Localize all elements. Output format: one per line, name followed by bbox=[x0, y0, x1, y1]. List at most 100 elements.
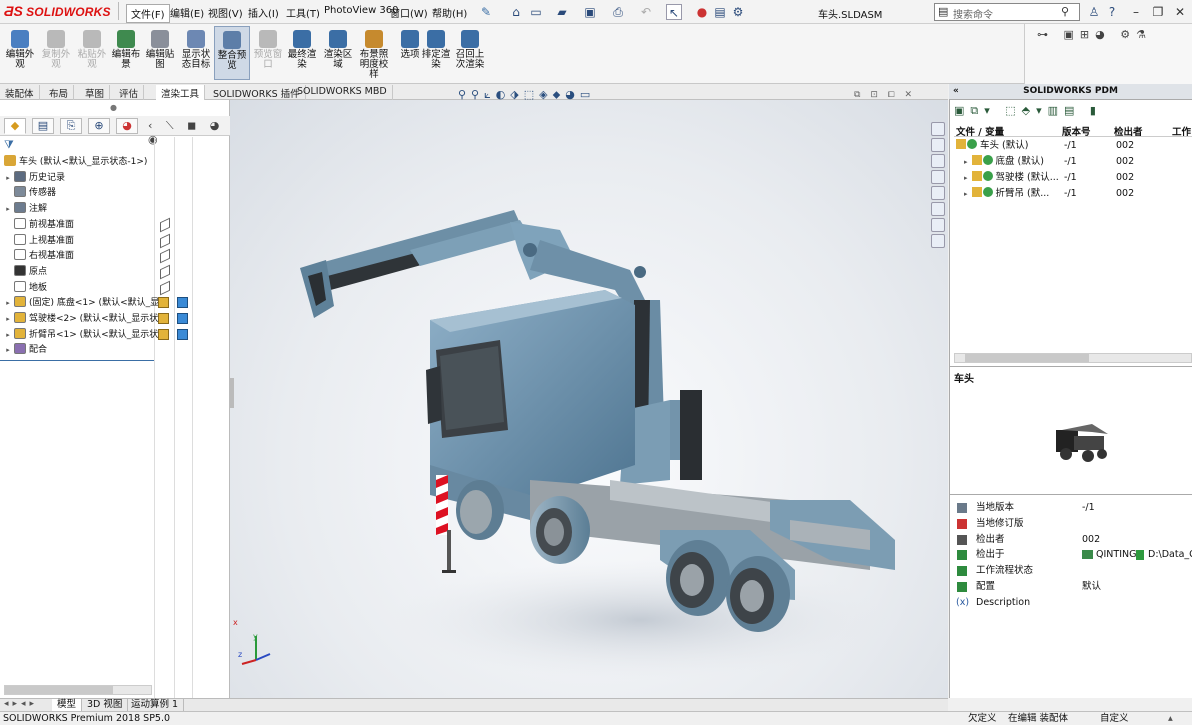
ribbon-button-1[interactable]: 复制外观 bbox=[38, 30, 74, 70]
view-toolbar-icons[interactable]: ⊶ ▣⊞◕ ⚙⚗ bbox=[1037, 28, 1152, 41]
design-library-tab-icon[interactable] bbox=[931, 138, 945, 152]
pdm-file-row[interactable]: ▸ 折臂吊 (默... -/1 002 bbox=[954, 186, 1192, 202]
file-explorer-tab-icon[interactable] bbox=[931, 154, 945, 168]
ribbon-button-4[interactable]: 编辑贴图 bbox=[142, 30, 178, 70]
ribbon-button-7[interactable]: 预览窗口 bbox=[250, 30, 286, 70]
display-manager-tab[interactable]: ◕ bbox=[116, 118, 138, 134]
display-state-icon[interactable] bbox=[158, 297, 169, 309]
command-tab-3[interactable]: 评估 bbox=[114, 85, 145, 100]
pdm-toolbar-icons[interactable]: ▣⧉▾ ⬚⬘▾▥▤ ▮ bbox=[954, 104, 1102, 118]
expand-arrow-icon[interactable]: ▸ bbox=[4, 201, 12, 217]
panel-grip-icon[interactable]: ● bbox=[110, 103, 117, 112]
status-up-icon[interactable]: ▴ bbox=[1168, 712, 1173, 725]
search-icon[interactable]: ⚲ bbox=[1061, 5, 1069, 18]
options-gear-icon[interactable]: ⚙ bbox=[730, 4, 746, 20]
rollback-bar[interactable] bbox=[0, 360, 154, 361]
column-file[interactable]: 文件 / 变量 bbox=[956, 124, 1004, 138]
viewport-buttons[interactable]: ⧉⊡⧠✕ bbox=[854, 90, 922, 100]
expand-arrow-icon[interactable]: ▸ bbox=[4, 295, 12, 311]
filter-icon[interactable]: ⧩ bbox=[4, 138, 14, 152]
rebuild-icon[interactable]: ● bbox=[694, 4, 710, 20]
ribbon-button-5[interactable]: 显示状态目标 bbox=[178, 30, 214, 70]
pdm-hscrollbar[interactable] bbox=[954, 353, 1192, 363]
close-button[interactable]: ✕ bbox=[1170, 3, 1190, 21]
graphics-area[interactable]: ⧉⊡⊟✕ bbox=[230, 100, 948, 698]
column-work[interactable]: 工作 bbox=[1172, 124, 1191, 138]
menu-item-1[interactable]: 编辑(E) bbox=[166, 4, 208, 21]
feature-manager-tab[interactable]: ◆ bbox=[4, 118, 26, 134]
command-tab-4[interactable]: 渲染工具 bbox=[156, 85, 206, 100]
expand-arrow-icon[interactable]: ▸ bbox=[4, 327, 12, 343]
truck-crane-model[interactable] bbox=[230, 100, 948, 698]
command-tab-6[interactable]: SOLIDWORKS MBD bbox=[292, 85, 393, 100]
menu-item-6[interactable]: 窗口(W) bbox=[386, 4, 432, 21]
ribbon-button-0[interactable]: 编辑外观 bbox=[2, 30, 38, 70]
tree-hscrollbar[interactable] bbox=[4, 685, 152, 695]
command-tab-2[interactable]: 草图 bbox=[80, 85, 111, 100]
display-state-icon[interactable] bbox=[158, 328, 169, 340]
print-icon[interactable]: ⎙ bbox=[610, 4, 626, 20]
pdm-file-row[interactable]: ▸ 底盘 (默认) -/1 002 bbox=[954, 154, 1192, 170]
tree-item[interactable]: ▸ (固定) 底盘<1> (默认<默认_显 bbox=[4, 295, 159, 311]
ribbon-button-3[interactable]: 编辑布景 bbox=[108, 30, 144, 70]
tree-item[interactable]: 前视基准面 bbox=[4, 217, 74, 233]
status-units[interactable]: 自定义 bbox=[1100, 712, 1129, 725]
open-folder-icon[interactable]: ▰ bbox=[554, 4, 570, 20]
tree-item[interactable]: 地板 bbox=[4, 280, 47, 296]
panel-collapse-icon[interactable]: « bbox=[953, 84, 959, 99]
tree-item[interactable]: 原点 bbox=[4, 264, 47, 280]
tree-item[interactable]: ▸ 驾驶楼<2> (默认<默认_显示状 bbox=[4, 311, 158, 327]
ribbon-button-2[interactable]: 粘贴外观 bbox=[74, 30, 110, 70]
menu-item-7[interactable]: 帮助(H) bbox=[428, 4, 471, 21]
display-state-icon[interactable] bbox=[158, 313, 169, 324]
help-icon[interactable]: ? bbox=[1104, 4, 1120, 20]
expand-arrow-icon[interactable]: ▸ bbox=[4, 170, 12, 186]
ribbon-button-10[interactable]: 布景照明度校样 bbox=[356, 30, 392, 80]
search-dropdown-icon[interactable]: ▤ bbox=[938, 5, 948, 18]
ribbon-button-13[interactable]: 召回上次渲染 bbox=[452, 30, 488, 70]
tree-item[interactable]: ▸ 折臂吊<1> (默认<默认_显示状 bbox=[4, 327, 158, 343]
pdm-tab-icon[interactable] bbox=[931, 234, 945, 248]
select-pointer-icon[interactable]: ↖ bbox=[666, 4, 682, 20]
viewport-window-controls[interactable]: ⧉⊡⊟✕ bbox=[854, 100, 918, 101]
column-checked-out-by[interactable]: 检出者 bbox=[1114, 124, 1143, 138]
forum-tab-icon[interactable] bbox=[931, 218, 945, 232]
display-columns-icons[interactable]: ‹ ⟍ ◼ ◕ ◉ bbox=[148, 119, 230, 146]
expand-arrow-icon[interactable]: ▸ bbox=[964, 190, 968, 198]
ribbon-button-8[interactable]: 最终渲染 bbox=[284, 30, 320, 70]
undo-icon[interactable]: ↶ bbox=[638, 4, 654, 20]
column-version[interactable]: 版本号 bbox=[1062, 124, 1091, 138]
pdm-file-row[interactable]: 车头 (默认) -/1 002 bbox=[954, 138, 1192, 154]
file-properties-icon[interactable]: ▤ bbox=[712, 4, 728, 20]
menu-item-4[interactable]: 工具(T) bbox=[282, 4, 324, 21]
expand-arrow-icon[interactable]: ▸ bbox=[964, 174, 968, 182]
tab-scroll-arrows[interactable]: ◂▸◂▸ bbox=[4, 699, 38, 709]
menu-item-3[interactable]: 插入(I) bbox=[244, 4, 283, 21]
expand-arrow-icon[interactable]: ▸ bbox=[964, 158, 968, 166]
command-tab-0[interactable]: 装配体 bbox=[0, 85, 40, 100]
ribbon-button-6[interactable]: 整合预览 bbox=[214, 26, 250, 80]
menu-item-2[interactable]: 视图(V) bbox=[204, 4, 247, 21]
dimxpert-tab[interactable]: ⊕ bbox=[88, 118, 110, 134]
view-palette-tab-icon[interactable] bbox=[931, 170, 945, 184]
appearance-icon[interactable] bbox=[177, 313, 188, 324]
user-icon[interactable]: ♙ bbox=[1086, 4, 1102, 20]
menu-item-0[interactable]: 文件(F) bbox=[126, 4, 170, 23]
appearance-icon[interactable] bbox=[177, 297, 188, 309]
tree-item[interactable]: ▸ 注解 bbox=[4, 201, 47, 217]
custom-properties-tab-icon[interactable] bbox=[931, 202, 945, 216]
pin-icon[interactable]: ✎ bbox=[478, 4, 494, 20]
appearance-icon[interactable] bbox=[177, 328, 188, 340]
new-document-icon[interactable]: ▭ bbox=[528, 4, 544, 20]
tree-item[interactable]: 上视基准面 bbox=[4, 233, 74, 249]
heads-up-view-toolbar[interactable]: ⚲⚲⟀◐⬗⬚◈⬥◕▭ bbox=[458, 88, 595, 102]
appearances-tab-icon[interactable] bbox=[931, 186, 945, 200]
pdm-file-row[interactable]: ▸ 驾驶楼 (默认... -/1 002 bbox=[954, 170, 1192, 186]
expand-arrow-icon[interactable]: ▸ bbox=[4, 311, 12, 327]
save-icon[interactable]: ▣ bbox=[582, 4, 598, 20]
property-manager-tab[interactable]: ▤ bbox=[32, 118, 54, 134]
tree-root[interactable]: 车头 (默认<默认_显示状态-1>) bbox=[2, 154, 147, 170]
configuration-manager-tab[interactable]: ⎘ bbox=[60, 118, 82, 134]
tree-item[interactable]: 右视基准面 bbox=[4, 248, 74, 264]
tree-item[interactable]: ▸ 历史记录 bbox=[4, 170, 65, 186]
